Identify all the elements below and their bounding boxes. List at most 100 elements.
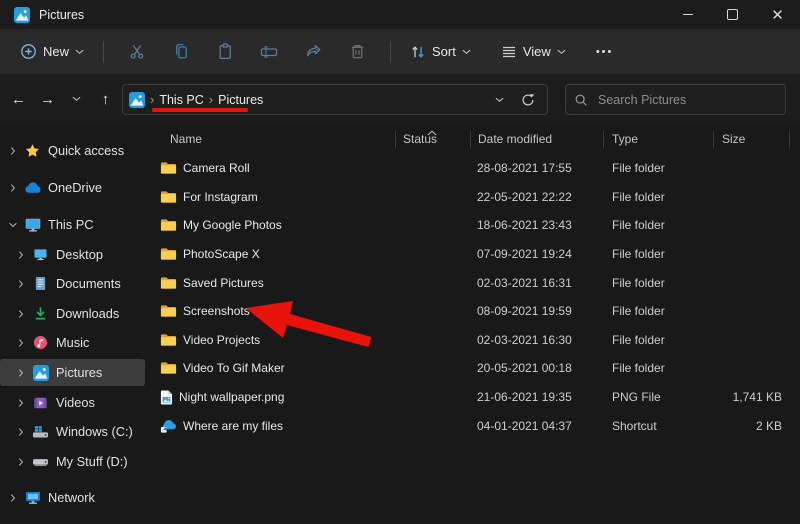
file-row[interactable]: My Google Photos18-06-2021 23:43File fol… <box>155 211 800 240</box>
chevron-collapsed-icon[interactable] <box>14 427 27 437</box>
rename-button[interactable] <box>247 36 291 68</box>
chevron-expanded-icon[interactable] <box>6 220 19 230</box>
file-name: Night wallpaper.png <box>155 390 395 405</box>
refresh-icon[interactable] <box>521 93 535 107</box>
sidebar-item-quick-access[interactable]: Quick access <box>0 137 148 164</box>
sidebar-item-label: This PC <box>48 217 94 232</box>
column-header-date-modified[interactable]: Date modified <box>470 124 603 154</box>
column-header-name[interactable]: Name <box>155 124 395 154</box>
sidebar-item-pictures[interactable]: Pictures <box>0 359 145 386</box>
folder-icon <box>160 218 177 232</box>
share-icon <box>305 43 322 60</box>
file-name: My Google Photos <box>155 218 395 232</box>
cloud-icon <box>24 182 41 194</box>
recent-locations-button[interactable] <box>62 83 91 115</box>
sidebar-item-onedrive[interactable]: OneDrive <box>0 174 148 201</box>
forward-icon: → <box>40 91 55 108</box>
close-button[interactable]: ✕ <box>755 0 800 29</box>
file-date-modified: 02-03-2021 16:31 <box>470 276 603 290</box>
music-icon <box>32 335 49 350</box>
pictures-location-icon <box>129 92 145 108</box>
file-row[interactable]: Video Projects02-03-2021 16:30File folde… <box>155 326 800 355</box>
chevron-collapsed-icon[interactable] <box>6 146 19 156</box>
sidebar-item-this-pc[interactable]: This PC <box>0 211 148 238</box>
sidebar-item-my-stuff-d[interactable]: My Stuff (D:) <box>0 448 148 475</box>
sidebar-item-label: Desktop <box>56 247 103 262</box>
file-date-modified: 04-01-2021 04:37 <box>470 419 603 433</box>
file-rows: Camera Roll28-08-2021 17:55File folderFo… <box>155 154 800 440</box>
file-name: Where are my files <box>155 419 395 433</box>
sidebar-item-label: Quick access <box>48 143 124 158</box>
back-button[interactable]: ← <box>4 83 33 115</box>
sidebar-item-windows-c[interactable]: Windows (C:) <box>0 418 148 445</box>
file-row[interactable]: For Instagram22-05-2021 22:22File folder <box>155 183 800 212</box>
sidebar-item-desktop[interactable]: Desktop <box>0 241 148 268</box>
folder-icon <box>160 304 177 318</box>
file-type: File folder <box>603 304 713 318</box>
sidebar-item-videos[interactable]: Videos <box>0 389 148 416</box>
sidebar-item-network[interactable]: Network <box>0 484 148 511</box>
new-button[interactable]: New <box>12 36 92 68</box>
chevron-collapsed-icon[interactable] <box>14 309 27 319</box>
share-button[interactable] <box>291 36 335 68</box>
view-button[interactable]: View <box>493 36 574 68</box>
file-date-modified: 08-09-2021 19:59 <box>470 304 603 318</box>
chevron-collapsed-icon[interactable] <box>14 338 27 348</box>
column-header-type[interactable]: Type <box>603 124 713 154</box>
copy-button[interactable] <box>159 36 203 68</box>
file-name-label: Video Projects <box>183 333 260 347</box>
sidebar-item-label: My Stuff (D:) <box>56 454 128 469</box>
file-row[interactable]: Video To Gif Maker20-05-2021 00:18File f… <box>155 354 800 383</box>
chevron-collapsed-icon[interactable] <box>14 457 27 467</box>
file-name-label: Video To Gif Maker <box>183 361 285 375</box>
folder-icon <box>160 161 177 175</box>
paste-button[interactable] <box>203 36 247 68</box>
chevron-collapsed-icon[interactable] <box>6 493 19 503</box>
forward-button[interactable]: → <box>33 83 62 115</box>
maximize-button[interactable] <box>710 0 755 29</box>
address-dropdown-icon[interactable] <box>495 97 504 103</box>
monitor-icon <box>24 218 41 232</box>
file-date-modified: 02-03-2021 16:30 <box>470 333 603 347</box>
view-list-icon <box>501 45 517 59</box>
breadcrumb-separator: › <box>209 92 213 107</box>
file-row[interactable]: Camera Roll28-08-2021 17:55File folder <box>155 154 800 183</box>
file-name: PhotoScape X <box>155 247 395 261</box>
minimize-button[interactable] <box>665 0 710 29</box>
sidebar-item-music[interactable]: Music <box>0 329 148 356</box>
breadcrumb-this-pc[interactable]: This PC <box>159 93 203 107</box>
file-name: Video Projects <box>155 333 395 347</box>
sidebar-item-label: Documents <box>56 276 121 291</box>
chevron-collapsed-icon[interactable] <box>14 279 27 289</box>
star-icon <box>24 143 41 158</box>
cut-button[interactable] <box>115 36 159 68</box>
sidebar-item-downloads[interactable]: Downloads <box>0 300 148 327</box>
file-explorer-window: Pictures ✕ New Sort View ••• ← <box>0 0 800 524</box>
chevron-collapsed-icon[interactable] <box>14 368 27 378</box>
sidebar-item-label: Windows (C:) <box>56 424 133 439</box>
chevron-collapsed-icon[interactable] <box>14 398 27 408</box>
file-type: File folder <box>603 247 713 261</box>
file-row[interactable]: PhotoScape X07-09-2021 19:24File folder <box>155 240 800 269</box>
drive-icon <box>32 455 49 468</box>
file-row[interactable]: Where are my files04-01-2021 04:37Shortc… <box>155 411 800 440</box>
network-icon <box>24 491 41 505</box>
drive-windows-icon <box>32 425 49 439</box>
file-row[interactable]: Night wallpaper.png21-06-2021 19:35PNG F… <box>155 383 800 412</box>
column-header-size[interactable]: Size <box>713 124 790 154</box>
sidebar-item-documents[interactable]: Documents <box>0 270 148 297</box>
sort-button[interactable]: Sort <box>402 36 479 68</box>
file-name: Camera Roll <box>155 161 395 175</box>
breadcrumb-pictures[interactable]: Pictures <box>218 93 263 107</box>
file-row[interactable]: Saved Pictures02-03-2021 16:31File folde… <box>155 268 800 297</box>
chevron-collapsed-icon[interactable] <box>6 183 19 193</box>
copy-icon <box>173 43 190 60</box>
file-row[interactable]: Screenshots08-09-2021 19:59File folder <box>155 297 800 326</box>
file-list-pane: Name Status Date modified Type Size Came… <box>155 124 800 524</box>
up-button[interactable]: ↑ <box>91 83 120 115</box>
see-more-button[interactable]: ••• <box>586 46 624 58</box>
delete-button[interactable] <box>335 36 379 68</box>
file-date-modified: 22-05-2021 22:22 <box>470 190 603 204</box>
search-input[interactable] <box>596 92 777 108</box>
chevron-collapsed-icon[interactable] <box>14 250 27 260</box>
